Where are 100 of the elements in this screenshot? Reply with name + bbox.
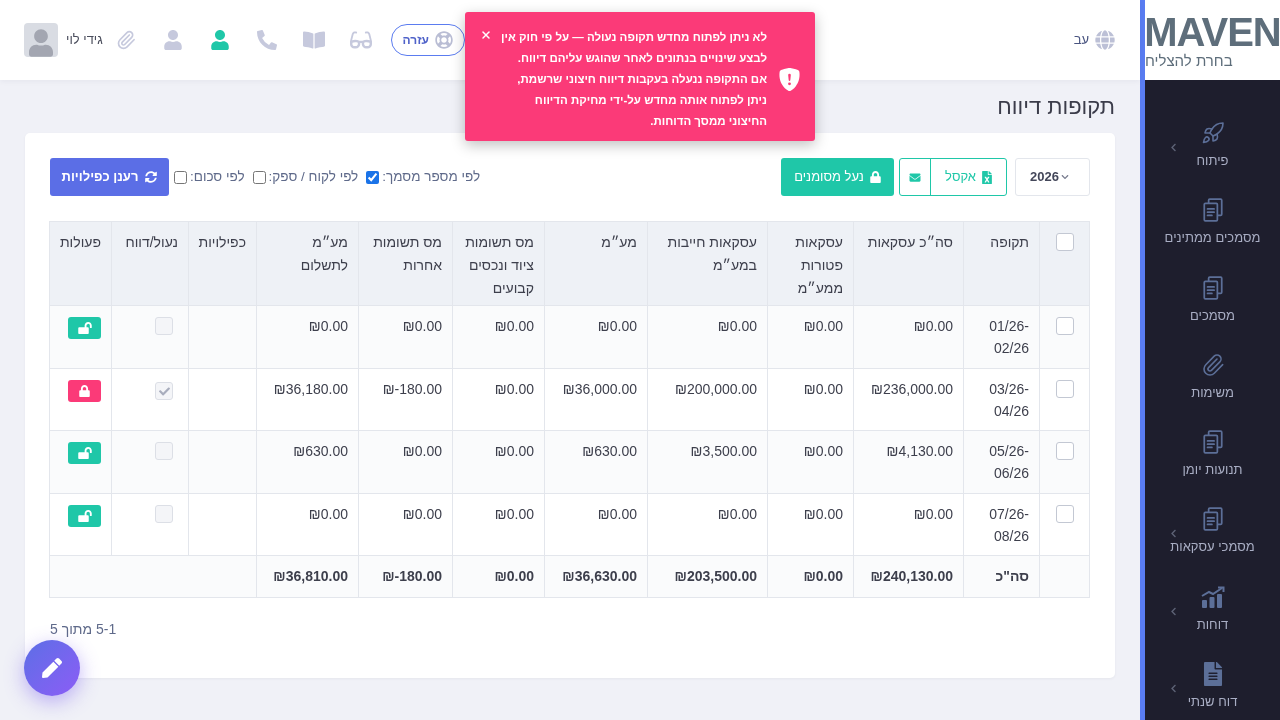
reported-checkbox[interactable] <box>155 382 173 400</box>
table-cell: ₪36,810.00 <box>256 555 359 598</box>
reported-checkbox[interactable] <box>155 317 173 335</box>
table-cell: ₪0.00 <box>853 305 964 368</box>
table-cell: ₪-180.00 <box>358 368 453 431</box>
column-header: מע״מ <box>544 221 648 306</box>
table-cell: ₪36,000.00 <box>544 368 648 431</box>
filter-label: לפי לקוח / ספק: <box>268 167 359 186</box>
filter-checkbox[interactable] <box>252 170 266 184</box>
table-cell: ₪0.00 <box>767 493 854 556</box>
column-header: מס תשומות ציוד ונכסים קבועים <box>452 221 545 306</box>
table-cell: 05/26-06/26 <box>963 430 1040 493</box>
table-cell: ₪4,130.00 <box>853 430 964 493</box>
table-cell: ₪240,130.00 <box>853 555 964 598</box>
language-button[interactable]: עב <box>1073 30 1115 50</box>
refresh-icon <box>145 171 158 183</box>
sidebar-item[interactable]: פיתוח <box>1145 101 1280 179</box>
paperclip-icon <box>1200 352 1225 377</box>
avatar-icon[interactable] <box>24 23 58 57</box>
sidebar-item[interactable]: תנועות יומן <box>1145 410 1280 488</box>
user-icon[interactable] <box>208 30 231 50</box>
globe-icon <box>1095 30 1115 50</box>
lifebuoy-icon <box>434 31 453 49</box>
table-cell: ₪630.00 <box>544 430 648 493</box>
table-cell: 07/26-08/26 <box>963 493 1040 556</box>
table-cell: ₪0.00 <box>647 493 768 556</box>
unlock-button[interactable] <box>68 504 101 527</box>
table-cell: ₪-180.00 <box>358 555 453 598</box>
checkmark-icon <box>158 385 170 397</box>
spreadsheet-file-icon <box>982 170 992 184</box>
sidebar-item[interactable]: מסמכי עסקאות <box>1145 487 1280 565</box>
row-checkbox[interactable] <box>1055 504 1074 523</box>
table-cell: ₪0.00 <box>544 493 648 556</box>
year-select[interactable]: 2026 <box>1015 158 1090 196</box>
table-cell: ₪0.00 <box>452 430 545 493</box>
logo-wordmark: MAVEN <box>1145 11 1280 52</box>
sidebar-item[interactable]: דוח שנתי <box>1145 642 1280 720</box>
close-icon[interactable] <box>480 29 492 41</box>
phone-icon[interactable] <box>255 30 278 50</box>
table-cell: ₪0.00 <box>358 430 453 493</box>
user-icon[interactable] <box>161 30 184 50</box>
table-cell: ₪630.00 <box>256 430 359 493</box>
table-cell: ₪0.00 <box>767 368 854 431</box>
column-header: מע״מ לתשלום <box>256 221 359 306</box>
page-title: תקופות דיווח <box>997 93 1115 121</box>
rocket-icon <box>1200 121 1225 145</box>
open-padlock-icon <box>77 509 92 522</box>
column-header: עסקאות חייבות במע״מ <box>647 221 768 306</box>
table-cell: ₪0.00 <box>853 493 964 556</box>
sidebar-item[interactable]: משימות <box>1145 332 1280 411</box>
filter-label: לפי מספר מסמך: <box>382 167 481 186</box>
pen-icon <box>42 658 62 678</box>
lock-button[interactable] <box>68 379 101 402</box>
edit-button[interactable] <box>24 640 80 696</box>
column-header: סה״כ עסקאות <box>853 221 964 306</box>
pagination-info: 1‐5 מתוך 5 <box>50 620 117 638</box>
table-cell: ₪36,630.00 <box>544 555 648 598</box>
filter-checkbox[interactable] <box>366 170 380 184</box>
open-padlock-icon <box>77 322 92 334</box>
user-name[interactable]: גידי לוי <box>66 30 103 50</box>
unlock-button[interactable] <box>68 317 101 339</box>
documents-icon <box>1200 430 1225 455</box>
table-cell: ₪3,500.00 <box>647 430 768 493</box>
padlock-icon <box>79 384 90 397</box>
row-checkbox[interactable] <box>1055 442 1074 460</box>
open-padlock-icon <box>77 447 92 459</box>
column-header: תקופה <box>963 221 1040 306</box>
table-cell: ₪200,000.00 <box>647 368 768 431</box>
table-cell: ₪0.00 <box>452 555 545 598</box>
unlock-button[interactable] <box>68 442 101 464</box>
documents-icon <box>1200 198 1225 223</box>
table-cell: ₪0.00 <box>358 305 453 368</box>
table-cell: ₪36,180.00 <box>256 368 359 431</box>
table-cell: ₪0.00 <box>767 430 854 493</box>
reported-checkbox[interactable] <box>155 442 173 460</box>
sidebar-item[interactable]: מסמכים <box>1145 255 1280 333</box>
toast-message: לא ניתן לפתוח מחדש תקופה נעולה — על פי חוק אין לבצע שינויים בנתונים לאחר שהוגש עליהם דיווח. אם התקופה ננעלה בעקבות דיווח חיצוני שרשמת, ניתן לפתוח אותה מחדש על-ידי מחיקת הדיווח החיצוני ממסך הדוחות. <box>500 30 767 129</box>
table-cell: 03/26-04/26 <box>963 368 1040 431</box>
table-cell: ₪0.00 <box>544 305 648 368</box>
filter-checkbox[interactable] <box>174 170 187 184</box>
glasses-icon[interactable] <box>349 29 372 51</box>
reported-checkbox[interactable] <box>155 504 173 523</box>
row-checkbox[interactable] <box>1055 379 1074 398</box>
envelope-icon <box>909 171 921 183</box>
table-cell: ₪0.00 <box>452 493 545 556</box>
table-cell: ₪0.00 <box>647 305 768 368</box>
sidebar-item[interactable]: דוחות <box>1145 564 1280 643</box>
bar-chart-icon <box>1200 584 1225 609</box>
column-header: פעולות <box>49 221 112 306</box>
table-cell: ₪0.00 <box>256 305 359 368</box>
column-header: עסקאות פטורות ממע״מ <box>767 221 854 306</box>
table-cell: 01/26-02/26 <box>963 305 1040 368</box>
table-cell: סה"כ <box>963 555 1040 598</box>
row-checkbox[interactable] <box>1055 317 1074 335</box>
documents-icon <box>1200 507 1225 532</box>
sidebar-item[interactable]: מסמכים ממתינים <box>1145 178 1280 256</box>
refresh-duplicates-button[interactable]: רענן כפילויות <box>50 158 169 196</box>
select-all-checkbox[interactable] <box>1055 233 1074 251</box>
filter-label: לפי סכום: <box>190 167 245 186</box>
book-icon[interactable] <box>302 30 325 50</box>
